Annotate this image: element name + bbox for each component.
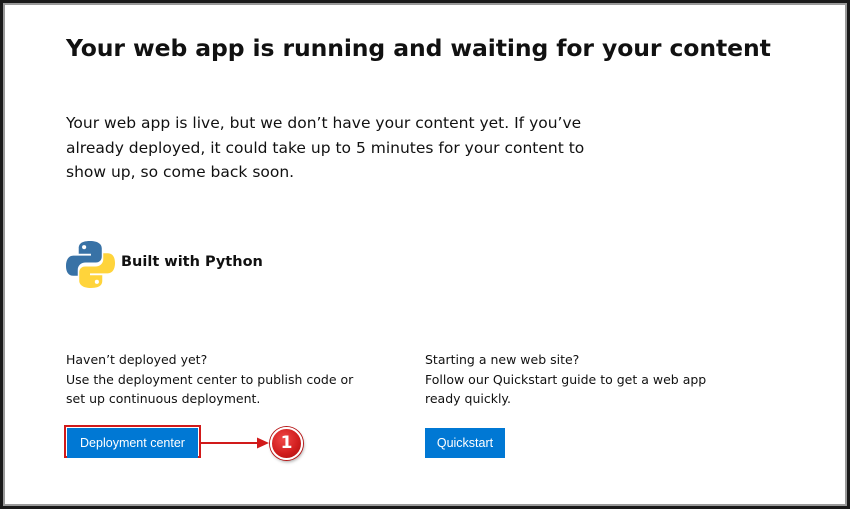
deployment-center-button[interactable]: Deployment center [67, 428, 198, 458]
annotation-arrow-icon [200, 437, 269, 449]
deploy-description: Use the deployment center to publish cod… [66, 371, 354, 407]
quickstart-heading: Starting a new web site? [425, 352, 580, 367]
step-number-badge: 1 [270, 427, 303, 460]
page-title: Your web app is running and waiting for … [66, 34, 771, 62]
deploy-section: Haven’t deployed yet? Use the deployment… [66, 350, 366, 409]
quickstart-button[interactable]: Quickstart [425, 428, 505, 458]
deploy-heading: Haven’t deployed yet? [66, 352, 208, 367]
python-logo-icon [65, 240, 116, 289]
quickstart-section: Starting a new web site? Follow our Quic… [425, 350, 725, 409]
intro-text: Your web app is live, but we don’t have … [66, 114, 585, 181]
quickstart-description: Follow our Quickstart guide to get a web… [425, 371, 707, 407]
runtime-label: Built with Python [121, 254, 263, 270]
screenshot-frame: Your web app is running and waiting for … [0, 0, 850, 509]
